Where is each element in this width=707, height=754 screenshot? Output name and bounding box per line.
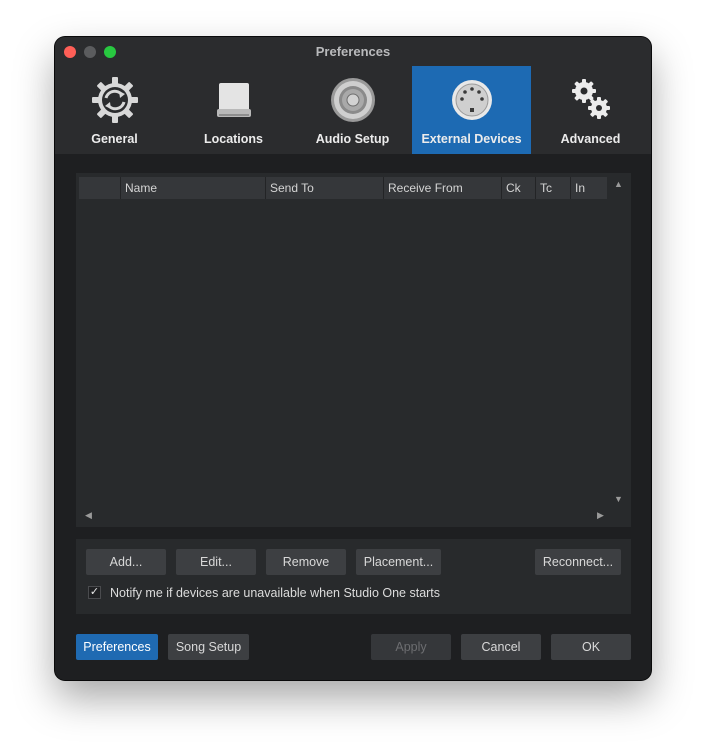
ok-button[interactable]: OK (551, 634, 631, 660)
notify-checkbox-label: Notify me if devices are unavailable whe… (110, 586, 441, 600)
tab-locations[interactable]: Locations (174, 66, 293, 154)
reconnect-button[interactable]: Reconnect... (535, 549, 621, 575)
tab-external-devices-label: External Devices (421, 132, 522, 146)
tab-external-devices[interactable]: External Devices (412, 66, 531, 154)
column-header-send-to[interactable]: Send To (265, 177, 383, 199)
placement-button[interactable]: Placement... (356, 549, 441, 575)
notify-checkbox[interactable]: ✓ (88, 586, 101, 599)
cancel-button[interactable]: Cancel (461, 634, 541, 660)
column-header-ck[interactable]: Ck (501, 177, 535, 199)
scroll-left-arrow[interactable]: ◀ (85, 510, 92, 521)
edit-device-button[interactable]: Edit... (176, 549, 256, 575)
preferences-window: Preferences General Locations Audio Setu… (55, 37, 651, 680)
gear-refresh-icon (91, 77, 138, 123)
scroll-down-arrow[interactable]: ▼ (614, 494, 623, 504)
tab-audio-setup[interactable]: Audio Setup (293, 66, 412, 154)
add-device-button[interactable]: Add... (86, 549, 166, 575)
table-header: Name Send To Receive From Ck Tc In (79, 177, 607, 199)
column-header-select[interactable] (79, 177, 120, 199)
drive-icon (216, 83, 251, 117)
tab-locations-label: Locations (203, 132, 264, 146)
window-title: Preferences (315, 44, 391, 59)
devices-table[interactable]: Name Send To Receive From Ck Tc In ▲ ▼ ◀… (76, 173, 631, 527)
remove-device-button[interactable]: Remove (266, 549, 346, 575)
tab-advanced[interactable]: Advanced (531, 66, 650, 154)
tab-audio-setup-label: Audio Setup (315, 132, 390, 146)
apply-button[interactable]: Apply (371, 634, 451, 660)
column-header-tc[interactable]: Tc (535, 177, 570, 199)
device-actions-panel: Add... Edit... Remove Placement... Recon… (76, 539, 631, 614)
preferences-button[interactable]: Preferences (76, 634, 158, 660)
gears-icon (571, 79, 610, 119)
scroll-right-arrow[interactable]: ▶ (597, 510, 604, 521)
midi-connector-icon (451, 80, 492, 120)
column-header-name[interactable]: Name (120, 177, 265, 199)
column-header-receive-from[interactable]: Receive From (383, 177, 501, 199)
tab-advanced-label: Advanced (560, 132, 621, 146)
preferences-toolbar: General Locations Audio Setup External D… (55, 66, 651, 154)
tab-general[interactable]: General (55, 66, 174, 154)
column-header-in[interactable]: In (570, 177, 607, 199)
tab-general-label: General (91, 132, 138, 146)
speaker-icon (330, 78, 375, 122)
external-devices-panel: Name Send To Receive From Ck Tc In ▲ ▼ ◀… (55, 154, 651, 680)
scroll-up-arrow[interactable]: ▲ (614, 179, 623, 189)
song-setup-button[interactable]: Song Setup (168, 634, 249, 660)
title-bar[interactable]: Preferences (55, 37, 651, 67)
